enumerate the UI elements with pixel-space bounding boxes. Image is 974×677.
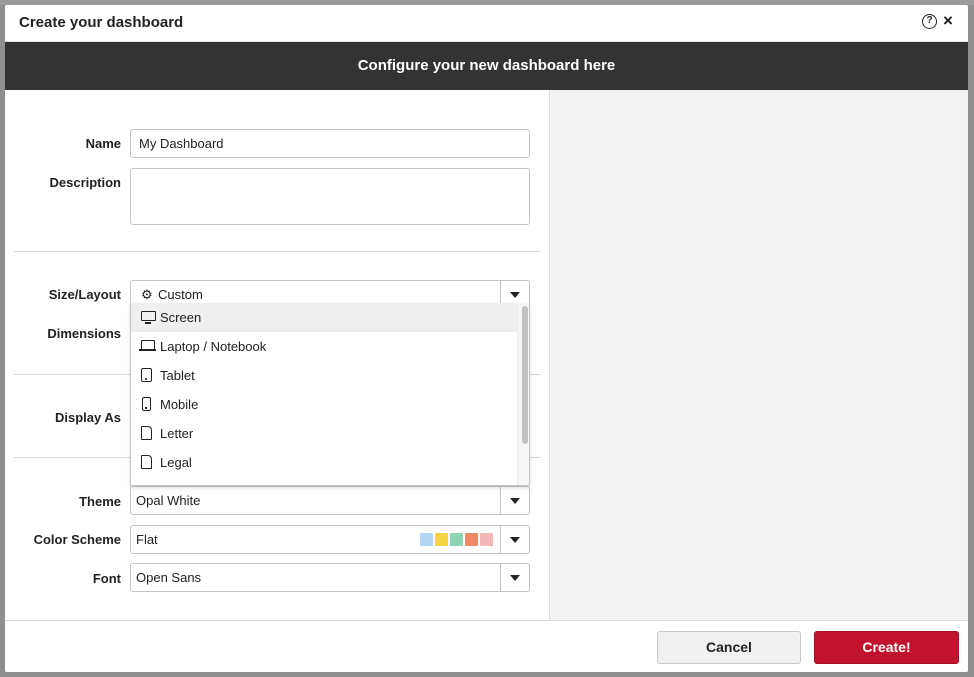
name-label: Name	[85, 136, 121, 151]
color-swatch	[480, 533, 493, 546]
color-swatch	[435, 533, 448, 546]
theme-dropdown-toggle[interactable]	[500, 487, 529, 514]
question-circle-icon[interactable]: ?	[922, 14, 937, 29]
theme-select[interactable]: Opal White	[130, 486, 530, 515]
font-select[interactable]: Open Sans	[130, 563, 530, 592]
color-scheme-value: Flat	[136, 532, 158, 547]
description-label: Description	[49, 175, 121, 190]
create-dashboard-modal: Create your dashboard ? × Configure your…	[5, 5, 968, 672]
dimensions-label: Dimensions	[47, 326, 121, 341]
tablet-icon	[141, 368, 152, 382]
dropdown-option-letter[interactable]: Letter	[131, 419, 517, 448]
dropdown-option-tablet[interactable]: Tablet	[131, 361, 517, 390]
laptop-icon	[139, 340, 156, 351]
dropdown-option-laptop[interactable]: Laptop / Notebook	[131, 332, 517, 361]
close-icon[interactable]: ×	[943, 11, 953, 31]
font-dropdown-toggle[interactable]	[500, 564, 529, 591]
dashboard-preview-panel	[549, 90, 968, 620]
color-swatch	[465, 533, 478, 546]
modal-footer: Cancel Create!	[5, 620, 968, 672]
chevron-down-icon	[510, 575, 520, 581]
color-scheme-dropdown-toggle[interactable]	[500, 526, 529, 553]
chevron-down-icon	[510, 292, 520, 298]
color-swatch	[420, 533, 433, 546]
modal-titlebar: Create your dashboard ? ×	[5, 5, 968, 42]
font-value: Open Sans	[136, 570, 202, 585]
name-input[interactable]: My Dashboard	[130, 129, 530, 158]
chevron-down-icon	[510, 498, 520, 504]
font-label: Font	[92, 571, 121, 586]
color-scheme-select[interactable]: Flat	[130, 525, 530, 554]
dropdown-option-screen[interactable]: Screen	[131, 303, 517, 332]
size-layout-dropdown-menu: Screen Laptop / Notebook Tablet Mobile L…	[130, 303, 530, 486]
modal-title: Create your dashboard	[19, 14, 184, 31]
size-layout-label: Size/Layout	[48, 287, 121, 302]
color-scheme-label: Color Scheme	[33, 532, 121, 547]
description-textarea[interactable]	[130, 168, 530, 225]
chevron-down-icon	[510, 537, 520, 543]
mobile-icon	[142, 397, 151, 411]
dropdown-option-legal[interactable]: Legal	[131, 448, 517, 477]
display-as-label: Display As	[55, 410, 121, 425]
monitor-icon	[141, 311, 156, 324]
dropdown-scrollbar-thumb[interactable]	[522, 306, 528, 444]
cancel-button[interactable]: Cancel	[657, 631, 801, 664]
document-icon	[141, 426, 152, 440]
create-button[interactable]: Create!	[814, 631, 959, 664]
dashboard-form: Name My Dashboard Description Size/Layou…	[5, 90, 549, 620]
dropdown-scrollbar[interactable]	[517, 303, 529, 485]
document-icon	[141, 455, 152, 469]
config-banner: Configure your new dashboard here	[5, 42, 968, 90]
section-divider	[14, 251, 540, 252]
color-swatch	[450, 533, 463, 546]
color-swatches	[418, 533, 493, 546]
dropdown-option-mobile[interactable]: Mobile	[131, 390, 517, 419]
theme-label: Theme	[79, 494, 121, 509]
theme-value: Opal White	[136, 493, 201, 508]
